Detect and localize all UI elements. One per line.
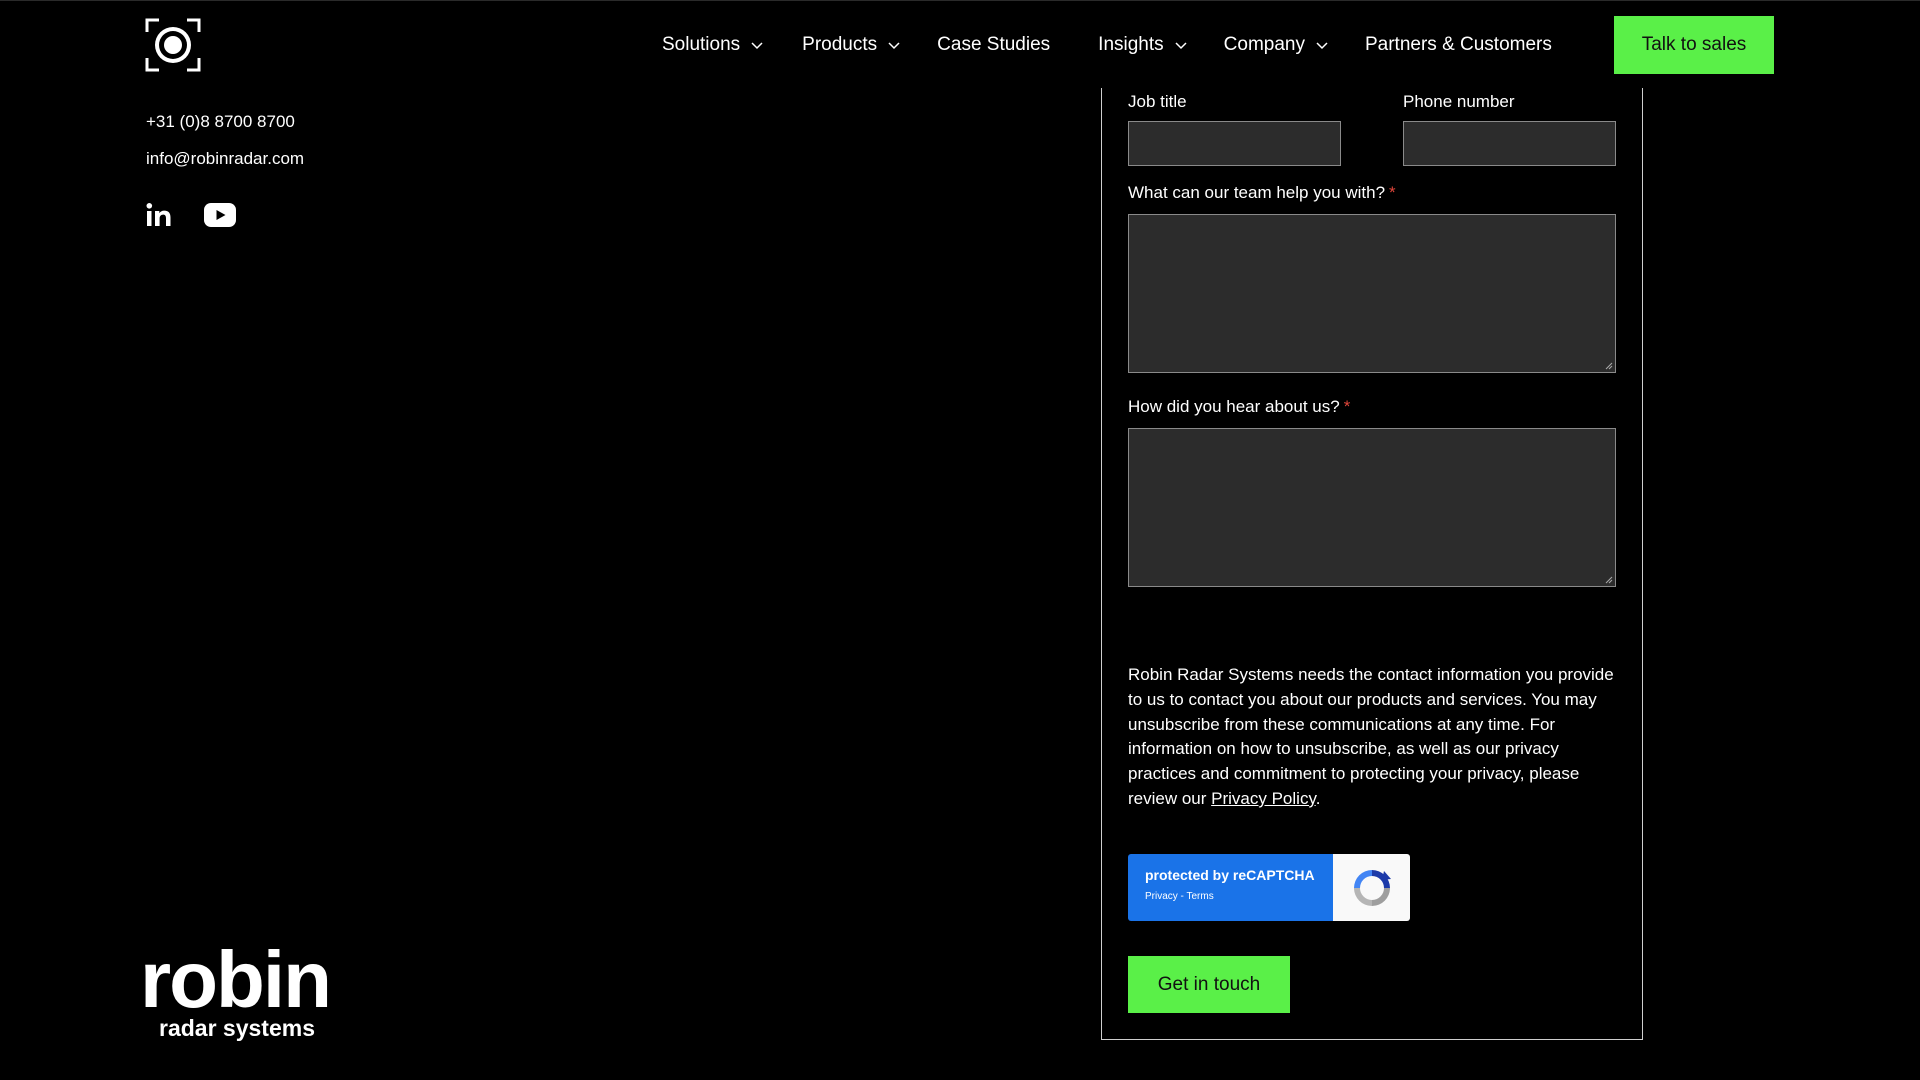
required-marker: * (1343, 397, 1351, 416)
nav-item-case-studies[interactable]: Case Studies (937, 34, 1050, 56)
nav-item-partners-customers[interactable]: Partners & Customers (1365, 34, 1552, 56)
hear-about-textarea[interactable] (1128, 428, 1616, 587)
hear-about-label-text: How did you hear about us? (1128, 397, 1340, 416)
consent-body: Robin Radar Systems needs the contact in… (1128, 665, 1614, 808)
recaptcha-links[interactable]: Privacy - Terms (1145, 891, 1333, 902)
chevron-down-icon (1175, 42, 1187, 50)
nav-item-products[interactable]: Products (802, 34, 901, 56)
email-link[interactable]: info@robinradar.com (146, 149, 304, 169)
phone-number-input[interactable] (1403, 121, 1616, 166)
resize-handle-icon[interactable] (1605, 576, 1613, 584)
job-title-label: Job title (1128, 92, 1187, 111)
help-label-text: What can our team help you with? (1128, 183, 1386, 202)
site-header: Solutions Products Case Studies Insights… (0, 0, 1920, 90)
brand-name: robin (140, 935, 332, 1024)
recaptcha-badge[interactable]: protected by reCAPTCHA Privacy - Terms (1128, 854, 1410, 921)
robin-logo-icon[interactable] (145, 18, 201, 72)
recaptcha-logo-icon (1333, 854, 1410, 921)
chevron-down-icon (888, 42, 900, 50)
nav-item-insights[interactable]: Insights (1098, 34, 1187, 56)
chevron-down-icon (751, 42, 763, 50)
main-nav: Solutions Products Case Studies Insights… (662, 0, 1552, 90)
phone-number[interactable]: +31 (0)8 8700 8700 (146, 112, 295, 132)
recaptcha-info: protected by reCAPTCHA Privacy - Terms (1128, 854, 1333, 921)
nav-item-company[interactable]: Company (1224, 34, 1329, 56)
privacy-policy-link[interactable]: Privacy Policy (1211, 789, 1316, 808)
social-links (146, 202, 236, 228)
linkedin-icon[interactable] (146, 202, 172, 228)
nav-item-label: Solutions (662, 34, 741, 55)
resize-handle-icon[interactable] (1605, 362, 1613, 370)
consent-text: Robin Radar Systems needs the contact in… (1128, 663, 1628, 812)
youtube-icon[interactable] (204, 203, 236, 227)
phone-number-label: Phone number (1403, 92, 1515, 111)
hear-about-label: How did you hear about us? * (1128, 397, 1350, 417)
nav-item-label: Partners & Customers (1364, 34, 1552, 55)
brand-logo[interactable]: robin radar systems (140, 935, 350, 1041)
nav-item-label: Case Studies (937, 34, 1051, 55)
job-title-input[interactable] (1128, 121, 1341, 166)
help-textarea[interactable] (1128, 214, 1616, 373)
recaptcha-title: protected by reCAPTCHA (1145, 867, 1315, 883)
consent-end: . (1315, 788, 1321, 808)
chevron-down-icon (1316, 42, 1328, 50)
nav-item-label: Insights (1098, 34, 1164, 55)
get-in-touch-button[interactable]: Get in touch (1128, 956, 1290, 1013)
help-label: What can our team help you with? * (1128, 183, 1396, 203)
required-marker: * (1389, 183, 1396, 202)
nav-item-label: Company (1223, 34, 1305, 55)
nav-item-label: Products (802, 34, 878, 55)
nav-item-solutions[interactable]: Solutions (662, 34, 764, 56)
talk-to-sales-button[interactable]: Talk to sales (1614, 16, 1774, 74)
